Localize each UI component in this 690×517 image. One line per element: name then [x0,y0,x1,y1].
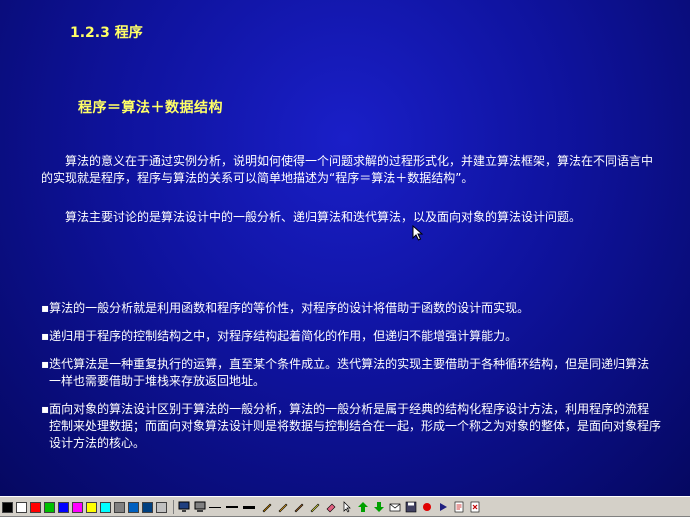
bullet-item: 迭代算法是一种重复执行的运算，直至某个条件成立。迭代算法的实现主要借助于各种循环… [41,356,661,390]
color-swatch-navy[interactable] [142,501,153,513]
color-swatch-white[interactable] [16,501,27,513]
highlighter-icon[interactable] [308,501,321,514]
slide: 1.2.3 程序 程序＝算法＋数据结构 算法的意义在于通过实例分析，说明如何使得… [0,0,690,496]
color-swatch-green[interactable] [44,501,55,513]
page-icon[interactable] [452,501,465,514]
toolbar-separator [173,500,174,514]
bullet-list: 算法的一般分析就是利用函数和程序的等价性，对程序的设计将借助于函数的设计而实现。… [41,300,661,463]
record-icon[interactable] [420,501,433,514]
exit-icon[interactable] [468,501,481,514]
thick-line-icon[interactable] [243,501,257,514]
bullet-item: 算法的一般分析就是利用函数和程序的等价性，对程序的设计将借助于函数的设计而实现。 [41,300,661,317]
mail-icon[interactable] [388,501,401,514]
thin-line-icon[interactable] [209,501,223,514]
bullet-item: 面向对象的算法设计区别于算法的一般分析，算法的一般分析是属于经典的结构化程序设计… [41,401,661,452]
color-swatch-silver[interactable] [156,501,167,513]
paragraph-1: 算法的意义在于通过实例分析，说明如何使得一个问题求解的过程形式化，并建立算法框架… [41,154,654,185]
mouse-cursor-icon [412,225,424,241]
annotation-toolbar [0,496,690,517]
display-icon[interactable] [193,501,206,514]
arrow-up-icon[interactable] [356,501,369,514]
section-title: 1.2.3 程序 [70,25,143,41]
paragraph-2: 算法主要讨论的是算法设计中的一般分析、递归算法和迭代算法，以及面向对象的算法设计… [65,210,582,224]
color-swatch-cyan[interactable] [100,501,111,513]
color-swatch-yellow[interactable] [86,501,97,513]
bullet-item: 递归用于程序的控制结构之中，对程序结构起着简化的作用，但递归不能增强计算能力。 [41,328,661,345]
play-icon[interactable] [436,501,449,514]
brush-icon[interactable] [292,501,305,514]
pointer-icon[interactable] [340,501,353,514]
slide-subtitle: 程序＝算法＋数据结构 [78,100,223,116]
color-swatch-magenta[interactable] [72,501,83,513]
color-swatch-gray[interactable] [114,501,125,513]
medium-line-icon[interactable] [226,501,240,514]
color-swatch-red[interactable] [30,501,41,513]
pen-icon[interactable] [260,501,273,514]
arrow-down-icon[interactable] [372,501,385,514]
color-swatch-black[interactable] [2,501,13,513]
color-swatch-blue[interactable] [58,501,69,513]
eraser-icon[interactable] [324,501,337,514]
save-icon[interactable] [404,501,417,514]
monitor-icon[interactable] [177,501,190,514]
color-swatch-steel-blue[interactable] [128,501,139,513]
marker-icon[interactable] [276,501,289,514]
